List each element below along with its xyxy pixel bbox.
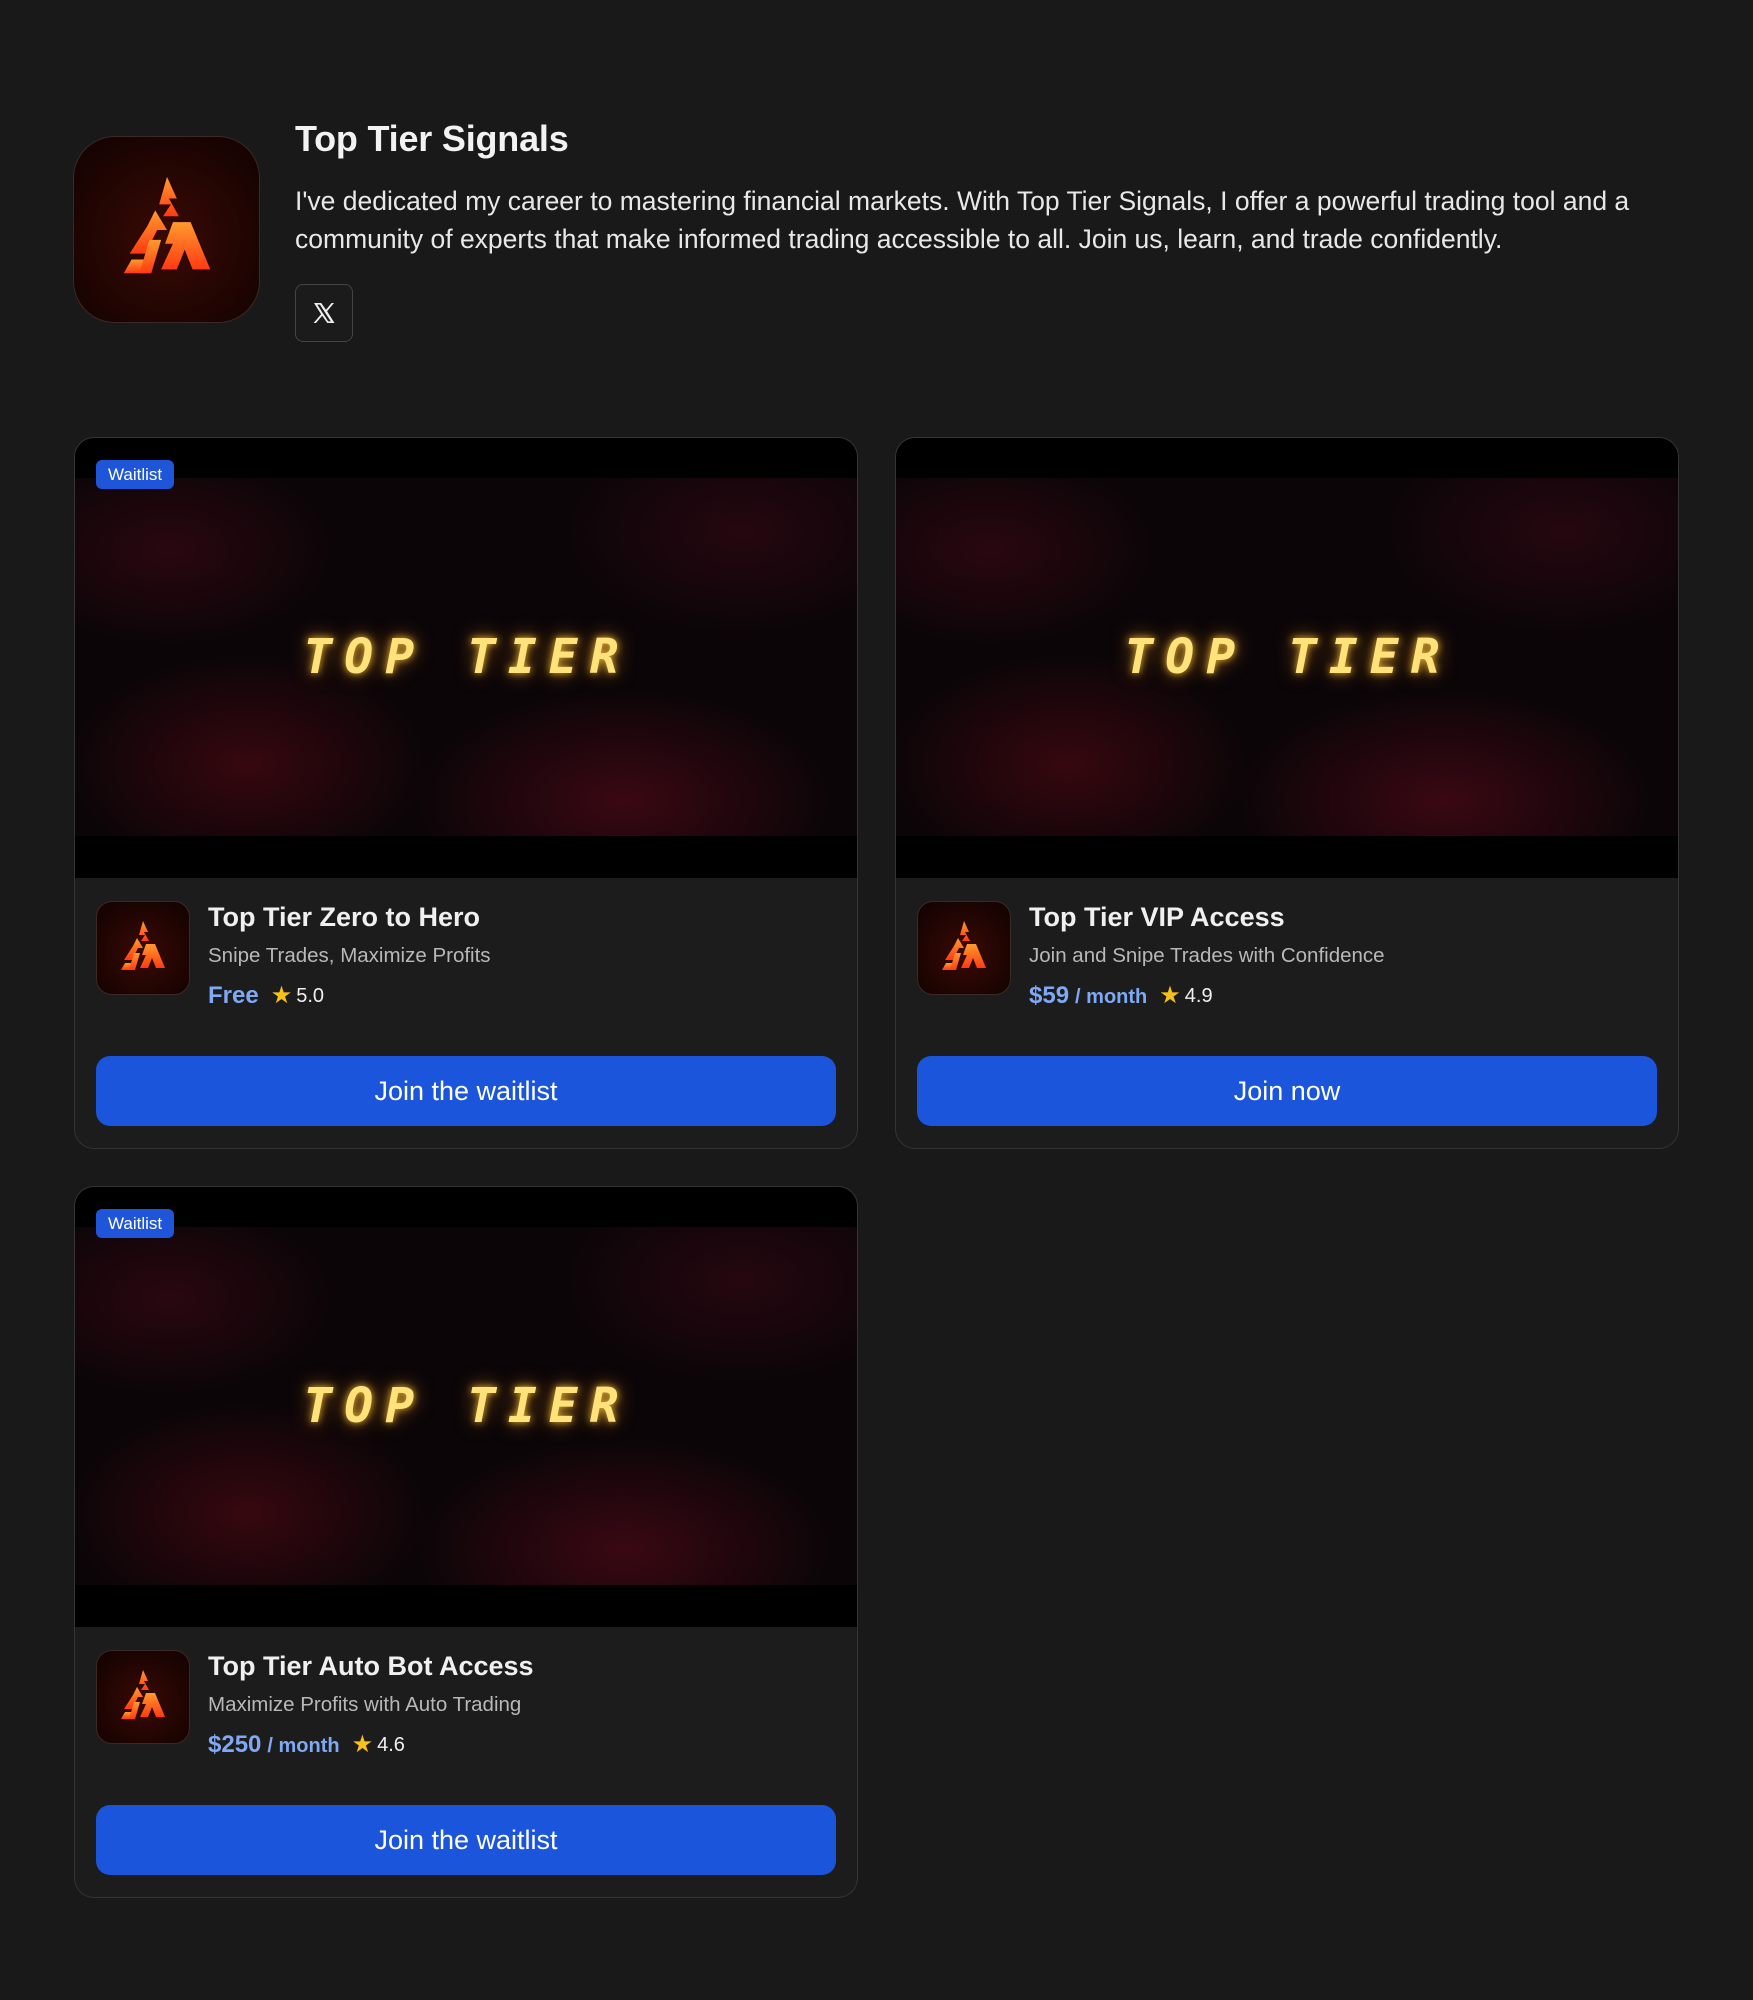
- waitlist-badge: Waitlist: [96, 460, 175, 489]
- product-thumbnail[interactable]: TOP TIER: [896, 438, 1678, 878]
- product-title[interactable]: Top Tier Zero to Hero: [208, 902, 480, 933]
- product-logo-icon: [96, 901, 190, 995]
- product-rating: ★ 5.0: [271, 984, 324, 1008]
- price-row: Free ★ 5.0: [208, 982, 324, 1010]
- star-icon: ★: [270, 982, 293, 1009]
- product-card[interactable]: TOP TIER Waitlist Top Tier Zero to Hero …: [74, 437, 858, 1149]
- join-now-button[interactable]: Join now: [917, 1056, 1657, 1126]
- product-rating: ★ 4.9: [1159, 984, 1212, 1008]
- thumbnail-text: TOP TIER: [1124, 629, 1452, 685]
- product-price: Free: [208, 982, 259, 1009]
- profile-bio: I've dedicated my career to mastering fi…: [295, 186, 1630, 254]
- rating-value: 5.0: [296, 984, 325, 1007]
- price-row: $250 / month ★ 4.6: [208, 1731, 405, 1759]
- join-waitlist-button[interactable]: Join the waitlist: [96, 1805, 836, 1875]
- product-rating: ★ 4.6: [352, 1733, 405, 1757]
- product-subtitle: Snipe Trades, Maximize Profits: [208, 944, 491, 967]
- star-icon: ★: [1159, 982, 1181, 1009]
- product-title[interactable]: Top Tier VIP Access: [1029, 902, 1285, 933]
- product-thumbnail[interactable]: TOP TIER Waitlist: [75, 1187, 857, 1627]
- star-icon: ★: [351, 1731, 374, 1758]
- rating-value: 4.9: [1184, 984, 1213, 1007]
- price-period: / month: [1075, 986, 1148, 1008]
- product-subtitle: Maximize Profits with Auto Trading: [208, 1693, 522, 1716]
- thumbnail-text: TOP TIER: [303, 629, 631, 685]
- product-price: $250: [208, 1731, 262, 1758]
- product-title[interactable]: Top Tier Auto Bot Access: [208, 1651, 534, 1682]
- product-price: $59: [1029, 982, 1070, 1009]
- product-logo-icon: [96, 1650, 190, 1744]
- brand-logo-icon: [73, 136, 260, 323]
- product-thumbnail[interactable]: TOP TIER Waitlist: [75, 438, 857, 878]
- thumbnail-text: TOP TIER: [303, 1378, 631, 1434]
- page-title: Top Tier Signals: [295, 118, 569, 159]
- price-period: / month: [267, 1735, 340, 1757]
- x-logo-icon: [313, 303, 335, 323]
- waitlist-badge: Waitlist: [96, 1209, 175, 1238]
- product-card[interactable]: TOP TIER Top Tier VIP Access Join and Sn…: [895, 437, 1679, 1149]
- product-card[interactable]: TOP TIER Waitlist Top Tier Auto Bot Acce…: [74, 1186, 858, 1898]
- price-row: $59 / month ★ 4.9: [1029, 982, 1213, 1010]
- x-social-button[interactable]: [295, 284, 353, 342]
- product-subtitle: Join and Snipe Trades with Confidence: [1029, 944, 1385, 967]
- rating-value: 4.6: [377, 1733, 405, 1756]
- profile-header: Top Tier Signals I've dedicated my caree…: [73, 118, 1683, 348]
- product-logo-icon: [917, 901, 1011, 995]
- join-waitlist-button[interactable]: Join the waitlist: [96, 1056, 836, 1126]
